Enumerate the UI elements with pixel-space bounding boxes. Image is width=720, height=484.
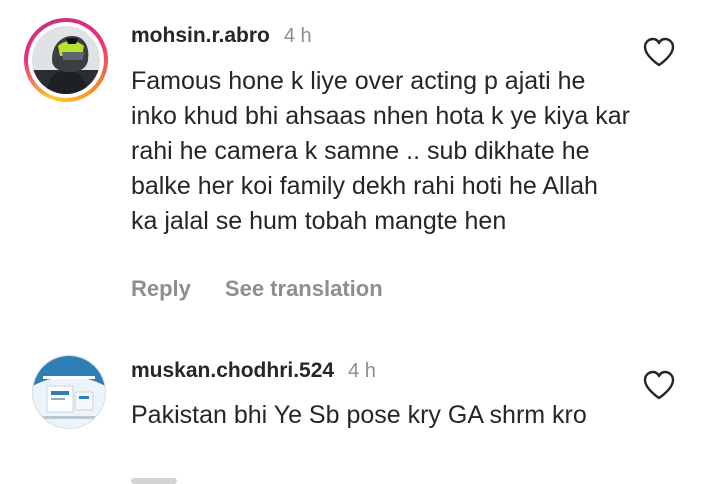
timestamp: 4 h xyxy=(348,360,376,382)
avatar-story-ring[interactable] xyxy=(24,18,108,102)
username[interactable]: mohsin.r.abro xyxy=(131,24,270,48)
comment-item: muskan.chodhri.524 4 h Pakistan bhi Ye S… xyxy=(0,345,720,484)
cut-off-action-row xyxy=(131,478,177,484)
reply-button[interactable]: Reply xyxy=(131,276,191,302)
heart-icon[interactable] xyxy=(642,369,676,401)
comment-header: muskan.chodhri.524 4 h xyxy=(131,359,376,389)
comment-text: Pakistan bhi Ye Sb pose kry GA shrm kro xyxy=(131,401,587,429)
comment-header: mohsin.r.abro 4 h xyxy=(131,24,312,54)
comment-text: Famous hone k liye over acting p ajati h… xyxy=(131,67,630,235)
comment-actions: Reply See translation xyxy=(131,276,417,302)
avatar-ring-gap xyxy=(28,22,104,98)
see-translation-button[interactable]: See translation xyxy=(225,276,383,302)
timestamp: 4 h xyxy=(283,25,312,47)
helmet-rider-icon xyxy=(32,26,100,94)
comment-item: mohsin.r.abro 4 h Famous hone k liye ove… xyxy=(0,0,720,330)
username[interactable]: muskan.chodhri.524 xyxy=(131,359,334,383)
product-box-icon xyxy=(33,356,105,428)
avatar[interactable] xyxy=(32,26,100,94)
avatar[interactable] xyxy=(32,355,106,429)
heart-icon[interactable] xyxy=(642,36,676,68)
